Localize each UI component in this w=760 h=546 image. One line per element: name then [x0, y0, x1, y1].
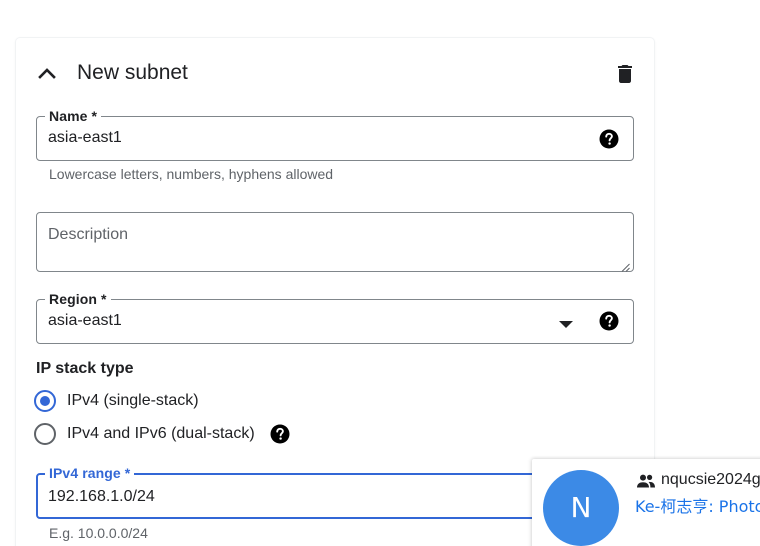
region-field-value[interactable]: asia-east1: [48, 311, 122, 331]
resize-grip-icon[interactable]: [621, 259, 630, 272]
people-icon: [636, 474, 656, 488]
avatar[interactable]: N: [543, 470, 619, 546]
radio-ipv4-single[interactable]: IPv4 (single-stack): [34, 388, 214, 414]
notification-message[interactable]: Ke-柯志亨: Photo: [635, 497, 760, 517]
dropdown-arrow-icon[interactable]: [559, 316, 573, 328]
screen: New subnet Name * asia-east1 Lowercase l…: [0, 0, 760, 546]
trash-icon[interactable]: [613, 62, 637, 86]
name-field-value[interactable]: asia-east1: [48, 128, 122, 148]
region-field-label: Region *: [45, 290, 111, 308]
name-field[interactable]: Name * asia-east1: [36, 107, 634, 161]
chat-notification-popup[interactable]: N nqucsie2024g Ke-柯志亨: Photo: [532, 459, 760, 546]
name-field-hint: Lowercase letters, numbers, hyphens allo…: [49, 166, 334, 182]
ipv4-range-label: IPv4 range *: [45, 464, 135, 482]
name-field-label: Name *: [45, 107, 102, 125]
description-field[interactable]: Description: [36, 212, 634, 272]
help-icon[interactable]: [599, 311, 619, 331]
ipv4-range-hint: E.g. 10.0.0.0/24: [49, 525, 148, 541]
card-title: New subnet: [77, 61, 188, 84]
chevron-up-icon[interactable]: [36, 62, 58, 84]
ipv4-range-value[interactable]: 192.168.1.0/24: [48, 487, 155, 507]
radio-label: IPv4 and IPv6 (dual-stack): [67, 425, 255, 442]
notification-sender: nqucsie2024g: [661, 471, 760, 488]
ip-stack-type-label: IP stack type: [36, 360, 134, 377]
card-header: New subnet: [36, 58, 636, 88]
description-placeholder: Description: [48, 226, 129, 243]
help-icon[interactable]: [270, 424, 290, 444]
radio-ipv4-ipv6-dual[interactable]: IPv4 and IPv6 (dual-stack): [34, 421, 296, 447]
radio-button-checked[interactable]: [34, 390, 56, 412]
radio-button-unchecked[interactable]: [34, 423, 56, 445]
help-icon[interactable]: [599, 129, 619, 149]
radio-label: IPv4 (single-stack): [67, 392, 199, 409]
region-select[interactable]: Region * asia-east1: [36, 290, 634, 344]
